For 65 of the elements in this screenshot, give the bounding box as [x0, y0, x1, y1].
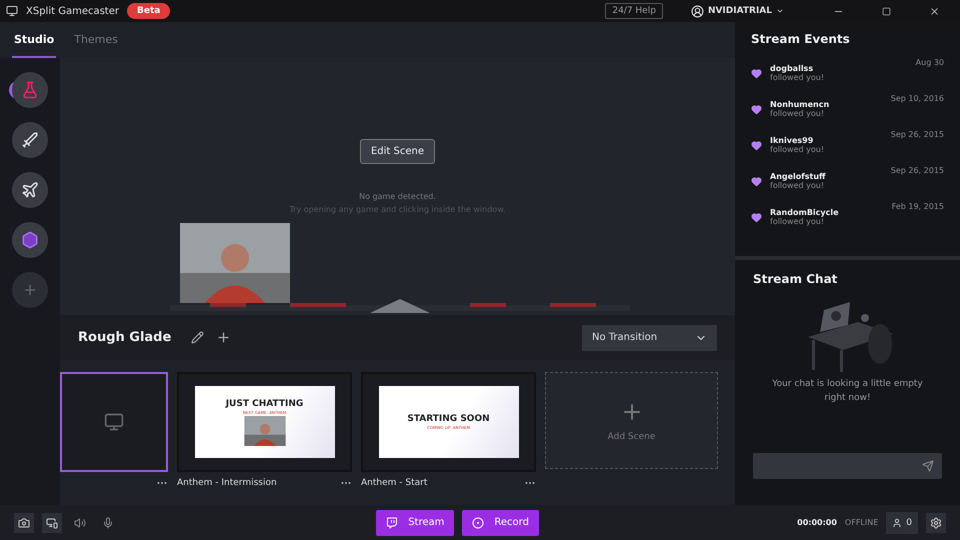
camera-icon[interactable]: [14, 512, 34, 532]
scene-name: Rough Glade: [78, 330, 172, 345]
event-text: followed you!: [770, 181, 826, 190]
heart-icon: [751, 104, 762, 114]
event-text: followed you!: [770, 73, 826, 82]
theme-button[interactable]: [12, 122, 48, 158]
event-text: followed you!: [770, 217, 826, 226]
edit-scene-button[interactable]: Edit Scene: [360, 139, 436, 164]
event-date: Feb 19, 2015: [892, 202, 944, 211]
transition-dropdown[interactable]: No Transition: [582, 324, 717, 350]
stream-timer: 00:00:00: [797, 518, 837, 527]
user-icon: [892, 518, 902, 528]
flask-icon: [21, 81, 39, 99]
stream-button[interactable]: Stream: [376, 510, 454, 536]
scene-title: Anthem - Start: [361, 478, 428, 488]
heart-icon: [751, 212, 762, 222]
devices-icon[interactable]: [42, 512, 62, 532]
follower-name: Angelofstuff: [770, 172, 827, 181]
follower-name: RandomBicycle: [770, 208, 840, 217]
close-icon: [928, 6, 940, 16]
empty-chat-message: Your chat is looking a little empty right now!: [771, 378, 924, 404]
maximize-icon: [882, 6, 890, 16]
tab[interactable]: Themes: [72, 22, 120, 58]
plane-icon: [21, 181, 39, 199]
scene-thumbnail[interactable]: [60, 372, 168, 472]
no-game-message: No game detected.: [359, 192, 436, 201]
follower-name: Iknives99: [770, 136, 814, 145]
user-avatar-icon: [690, 4, 704, 18]
send-icon[interactable]: [922, 460, 934, 472]
add-icon[interactable]: [216, 330, 232, 345]
slide-title: STARTING SOON: [407, 414, 490, 424]
record-button[interactable]: Record: [462, 510, 539, 536]
follower-name: Nonhumencn: [770, 100, 830, 109]
chat-input[interactable]: [753, 453, 942, 479]
heart-icon: [751, 176, 762, 186]
event-date: Sep 26, 2015: [890, 130, 944, 139]
stream-status: OFFLINE: [844, 518, 878, 527]
chevron-down-icon: [776, 7, 784, 15]
event-date: Sep 10, 2016: [890, 94, 944, 103]
sword-icon: [21, 131, 39, 149]
beta-badge: Beta: [127, 3, 170, 19]
settings-icon[interactable]: [926, 512, 946, 532]
chat-bubble-icon: [386, 516, 398, 528]
theme-button[interactable]: [12, 172, 48, 208]
slide-title: JUST CHATTING: [226, 398, 304, 408]
help-button[interactable]: 24/7 Help: [605, 3, 663, 19]
event-text: followed you!: [770, 109, 826, 118]
account-menu[interactable]: NVIDIATRIAL: [684, 4, 790, 18]
hexagon-icon: [21, 231, 39, 249]
panel-title: Stream Chat: [753, 272, 838, 286]
event-text: followed you!: [770, 145, 826, 154]
event-date: Aug 30: [916, 58, 944, 67]
scene-title: Anthem - Intermission: [177, 478, 277, 488]
record-icon: [472, 516, 484, 528]
panel-title: Stream Events: [751, 32, 851, 46]
monitor-icon: [104, 412, 124, 432]
heart-icon: [751, 68, 762, 78]
event-date: Sep 26, 2015: [890, 166, 944, 175]
edit-icon[interactable]: [191, 331, 204, 344]
app-title: XSplit Gamecaster: [26, 6, 119, 16]
heart-icon: [751, 140, 762, 150]
follower-name: dogballss: [770, 64, 814, 73]
plus-icon: [22, 282, 38, 298]
viewer-count[interactable]: 0: [886, 512, 918, 534]
app-logo-icon: [6, 5, 18, 17]
